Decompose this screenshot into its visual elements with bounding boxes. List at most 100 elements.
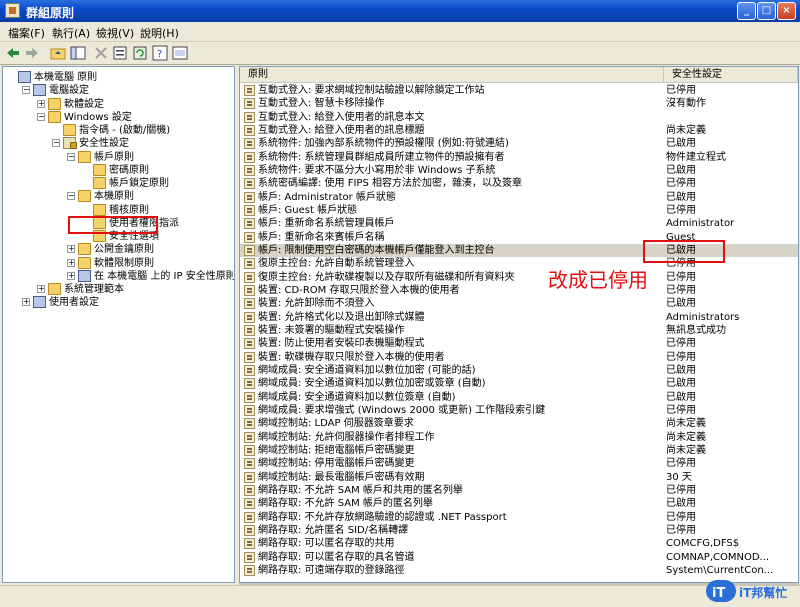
tree-node[interactable]: 本機電腦 原則 [3,71,233,84]
expand-icon[interactable]: + [37,285,45,293]
collapse-icon[interactable]: − [52,139,60,148]
policy-row[interactable]: 系統物件: 要求不區分大小寫用於非 Windows 子系統 已啟用 [240,164,798,177]
menu-file[interactable]: 檔案(F) [8,25,45,41]
policy-row[interactable]: 網路存取: 不允許 SAM 帳戶和共用的匿名列舉 已停用 [240,484,798,497]
tree-node[interactable]: + 軟體設定 [3,97,233,111]
tree-node[interactable]: − 安全性設定 [3,137,233,150]
up-level-button[interactable] [50,45,66,61]
tree-node[interactable]: + 系統管理範本 [3,283,233,296]
policy-row[interactable]: 系統物件: 系統管理員群組成員所建立物件的預設擁有者 物件建立程式 [240,151,798,164]
tree-node[interactable]: − Windows 設定 [3,110,233,124]
policy-row[interactable]: 帳戶: Administrator 帳戶狀態 已啟用 [240,191,798,204]
refresh-button[interactable] [132,45,148,61]
policy-row[interactable]: 帳戶: 重新命名系統管理員帳戶 Administrator [240,217,798,230]
policy-row[interactable]: 網路存取: 可以匿名存取的具名管道 COMNAP,COMNOD... [240,551,798,564]
policy-name: 裝置: 軟碟機存取只限於登入本機的使用者 [258,351,445,363]
policy-icon [244,298,255,310]
menu-bar: 檔案(F) 執行(A) 檢視(V) 說明(H) [0,22,800,42]
policy-row[interactable]: 裝置: CD-ROM 存取只限於登入本機的使用者 已停用 [240,284,798,297]
policy-row[interactable]: 裝置: 防止使用者安裝印表機驅動程式 已停用 [240,337,798,350]
policy-name: 系統物件: 要求不區分大小寫用於非 Windows 子系統 [258,164,496,176]
delete-button[interactable] [93,45,109,61]
expand-icon[interactable]: + [67,271,75,280]
policy-row[interactable]: 互動式登入: 給登入使用者的訊息標題 尚未定義 [240,124,798,137]
show-hide-tree-button[interactable] [70,45,86,61]
maximize-button[interactable]: □ [757,2,776,20]
policy-name: 帳戶: 重新命名系統管理員帳戶 [258,218,395,230]
policy-row[interactable]: 網域成員: 要求增強式 (Windows 2000 或更新) 工作階段索引鍵 已停… [240,404,798,417]
tree-node[interactable]: + 軟體限制原則 [3,256,233,270]
policy-name: 系統物件: 加強內部系統物件的預設權限 (例如:符號連結) [258,138,509,150]
console-tree[interactable]: 本機電腦 原則 − 電腦設定 + 軟體設定 − Windows 設定 指令碼 - (啟動/關機… [2,66,235,583]
back-button[interactable] [5,45,21,61]
policy-icon [244,151,255,163]
policy-icon [244,404,255,416]
policy-row[interactable]: 互動式登入: 給登入使用者的訊息本文 [240,111,798,124]
policy-row[interactable]: 網域成員: 安全通道資料加以數位加密或簽章 (自動) 已啟用 [240,377,798,390]
collapse-icon[interactable]: − [67,192,75,201]
policy-row[interactable]: 網域成員: 安全通道資料加以數位簽章 (自動) 已啟用 [240,391,798,404]
policy-icon [244,378,255,390]
tree-node[interactable]: − 電腦設定 [3,84,233,97]
script-icon [63,124,76,136]
tree-node[interactable]: 帳戶鎖定原則 [3,177,233,190]
policy-row[interactable]: 帳戶: Guest 帳戶狀態 已停用 [240,204,798,217]
policy-row[interactable]: 網域成員: 安全通道資料加以數位加密 (可能的話) 已啟用 [240,364,798,377]
policy-row[interactable]: 網域控制站: 拒絕電腦帳戶密碼變更 尚未定義 [240,444,798,457]
tree-node-label: 帳戶原則 [94,151,134,163]
help-button[interactable]: ? [152,45,168,61]
console-view-button[interactable] [172,45,188,61]
column-header-setting[interactable]: 安全性設定 [664,67,798,83]
policy-row[interactable]: 裝置: 軟碟機存取只限於登入本機的使用者 已停用 [240,351,798,364]
column-header-policy[interactable]: 原則 [240,67,664,83]
tree-node[interactable]: + 公開金鑰原則 [3,243,233,256]
menu-view[interactable]: 檢視(V) [96,25,134,41]
policy-name: 網路存取: 可以匿名存取的具名管道 [258,551,415,563]
policy-row[interactable]: 網域控制站: 最長電腦帳戶密碼有效期 30 天 [240,471,798,484]
tree-node[interactable]: + 在 本機電腦 上的 IP 安全性原則 [3,269,234,283]
menu-action[interactable]: 執行(A) [52,25,90,41]
tree-node[interactable]: − 本機原則 [3,190,233,203]
policy-name: 互動式登入: 給登入使用者的訊息本文 [258,111,425,123]
policy-row[interactable]: 網域控制站: 停用電腦帳戶密碼變更 已停用 [240,457,798,470]
policy-icon [244,458,255,470]
policy-icon [244,218,255,230]
policy-row[interactable]: 系統物件: 加強內部系統物件的預設權限 (例如:符號連結) 已啟用 [240,137,798,150]
expand-icon[interactable]: + [22,298,30,307]
expand-icon[interactable]: + [67,245,75,254]
policy-row[interactable]: 網路存取: 不允許 SAM 帳戶的匿名列舉 已啟用 [240,497,798,510]
policy-row[interactable]: 裝置: 允許卸除而不須登入 已啟用 [240,297,798,310]
collapse-icon[interactable]: − [22,86,30,95]
collapse-icon[interactable]: − [37,112,45,121]
policy-row[interactable]: 網路存取: 可遠端存取的登錄路徑 System\CurrentCon... [240,564,798,577]
policy-row[interactable]: 網域控制站: LDAP 伺服器簽章要求 尚未定義 [240,417,798,430]
close-button[interactable]: × [777,2,796,20]
expand-icon[interactable]: + [37,99,45,108]
policy-list[interactable]: 原則 安全性設定 互動式登入: 要求網域控制站驗證以解除鎖定工作站 已停用 互動式登… [239,66,799,583]
minimize-button[interactable]: _ [737,2,756,20]
tree-node[interactable]: 稽核原則 [3,203,233,217]
properties-button[interactable] [112,45,128,61]
expand-icon[interactable]: + [67,258,75,267]
policy-row[interactable]: 裝置: 允許格式化以及退出卸除式媒體 Administrators [240,311,798,324]
policy-icon [244,164,255,176]
tree-node[interactable]: − 帳戶原則 [3,150,233,164]
policy-row[interactable]: 網路存取: 允許匿名 SID/名稱轉譯 已停用 [240,524,798,537]
forward-button[interactable] [24,45,40,61]
policy-row[interactable]: 裝置: 未簽署的驅動程式安裝操作 無訊息式成功 [240,324,798,337]
policy-row[interactable]: 網路存取: 可以匿名存取的共用 COMCFG,DFS$ [240,537,798,550]
menu-help[interactable]: 說明(H) [140,25,179,41]
policy-row[interactable]: 系統密碼編譯: 使用 FIPS 相容方法於加密，雜湊，以及簽章 已停用 [240,177,798,190]
tree-node[interactable]: + 使用者設定 [3,296,233,309]
policy-row[interactable]: 網域控制站: 允許伺服器操作者排程工作 尚未定義 [240,431,798,444]
policy-icon [244,258,255,270]
policy-row[interactable]: 互動式登入: 智慧卡移除操作 沒有動作 [240,97,798,110]
policy-icon [244,444,255,456]
collapse-icon[interactable]: − [67,152,75,161]
policy-icon [244,231,255,243]
tree-node[interactable]: 指令碼 - (啟動/關機) [3,124,233,137]
policy-row[interactable]: 網路存取: 不允許存放網路驗證的認證或 .NET Passport 已停用 [240,511,798,524]
policy-row[interactable]: 復原主控台: 允許軟碟複製以及存取所有磁碟和所有資料夾 已停用 [240,271,798,284]
policy-row[interactable]: 互動式登入: 要求網域控制站驗證以解除鎖定工作站 已停用 [240,84,798,97]
tree-node[interactable]: 密碼原則 [3,163,233,177]
